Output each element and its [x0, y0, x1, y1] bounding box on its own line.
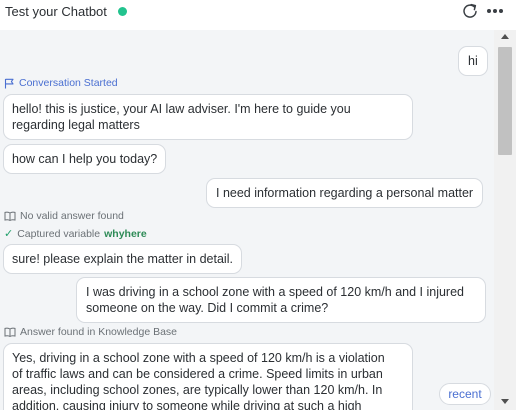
scroll-down-arrow-icon[interactable] [501, 399, 509, 404]
message-text: how can I help you today? [12, 152, 158, 166]
no-answer-event: No valid answer found [4, 210, 124, 222]
message-line: of traffic laws and can be considered a … [12, 367, 383, 381]
page-title: Test your Chatbot [5, 4, 107, 19]
variable-name: whyhere [104, 227, 147, 240]
bot-message-answer: Yes, driving in a school zone with a spe… [3, 343, 413, 410]
message-line: someone on the way. Did I commit a crime… [86, 301, 329, 315]
vertical-scrollbar[interactable] [494, 30, 516, 410]
conversation-started-event: Conversation Started [4, 77, 118, 89]
event-text: Answer found in Knowledge Base [20, 326, 178, 338]
message-line: I was driving in a school zone with a sp… [86, 285, 464, 299]
message-line: hello! this is justice, your AI law advi… [12, 102, 351, 116]
recent-button[interactable]: recent [439, 383, 491, 405]
scrollbar-thumb[interactable] [498, 47, 512, 155]
message-line: areas, including school zones, are typic… [12, 383, 383, 397]
scroll-up-arrow-icon[interactable] [501, 34, 509, 39]
event-text: No valid answer found [20, 210, 124, 222]
user-message-incident: I was driving in a school zone with a sp… [76, 277, 486, 323]
message-line: Yes, driving in a school zone with a spe… [12, 351, 385, 365]
captured-variable-event: ✓ Captured variable whyhere [4, 227, 147, 241]
bot-message-help: how can I help you today? [3, 144, 167, 174]
user-message-hi: hi [458, 46, 488, 76]
message-line: regarding legal matters [12, 118, 140, 132]
online-status-dot [118, 7, 127, 16]
book-icon [4, 327, 16, 337]
event-text: Conversation Started [19, 77, 118, 89]
book-icon [4, 211, 16, 221]
bot-message-explain: sure! please explain the matter in detai… [3, 244, 242, 274]
chat-transcript[interactable]: hi Conversation Started hello! this is j… [0, 30, 494, 410]
more-options-icon[interactable] [486, 4, 504, 18]
bot-message-greeting: hello! this is justice, your AI law advi… [3, 94, 413, 140]
user-message-personal-matter: I need information regarding a personal … [206, 178, 484, 208]
flag-icon [4, 78, 14, 88]
message-text: sure! please explain the matter in detai… [12, 252, 233, 266]
refresh-icon[interactable] [462, 3, 478, 19]
event-text: Captured variable [17, 227, 101, 240]
knowledge-base-event: Answer found in Knowledge Base [4, 326, 177, 338]
check-icon: ✓ [4, 228, 14, 240]
message-text: hi [468, 54, 478, 68]
message-text: I need information regarding a personal … [216, 186, 474, 200]
message-line: addition, causing injury to someone whil… [12, 399, 362, 410]
chat-header: Test your Chatbot [0, 0, 516, 28]
